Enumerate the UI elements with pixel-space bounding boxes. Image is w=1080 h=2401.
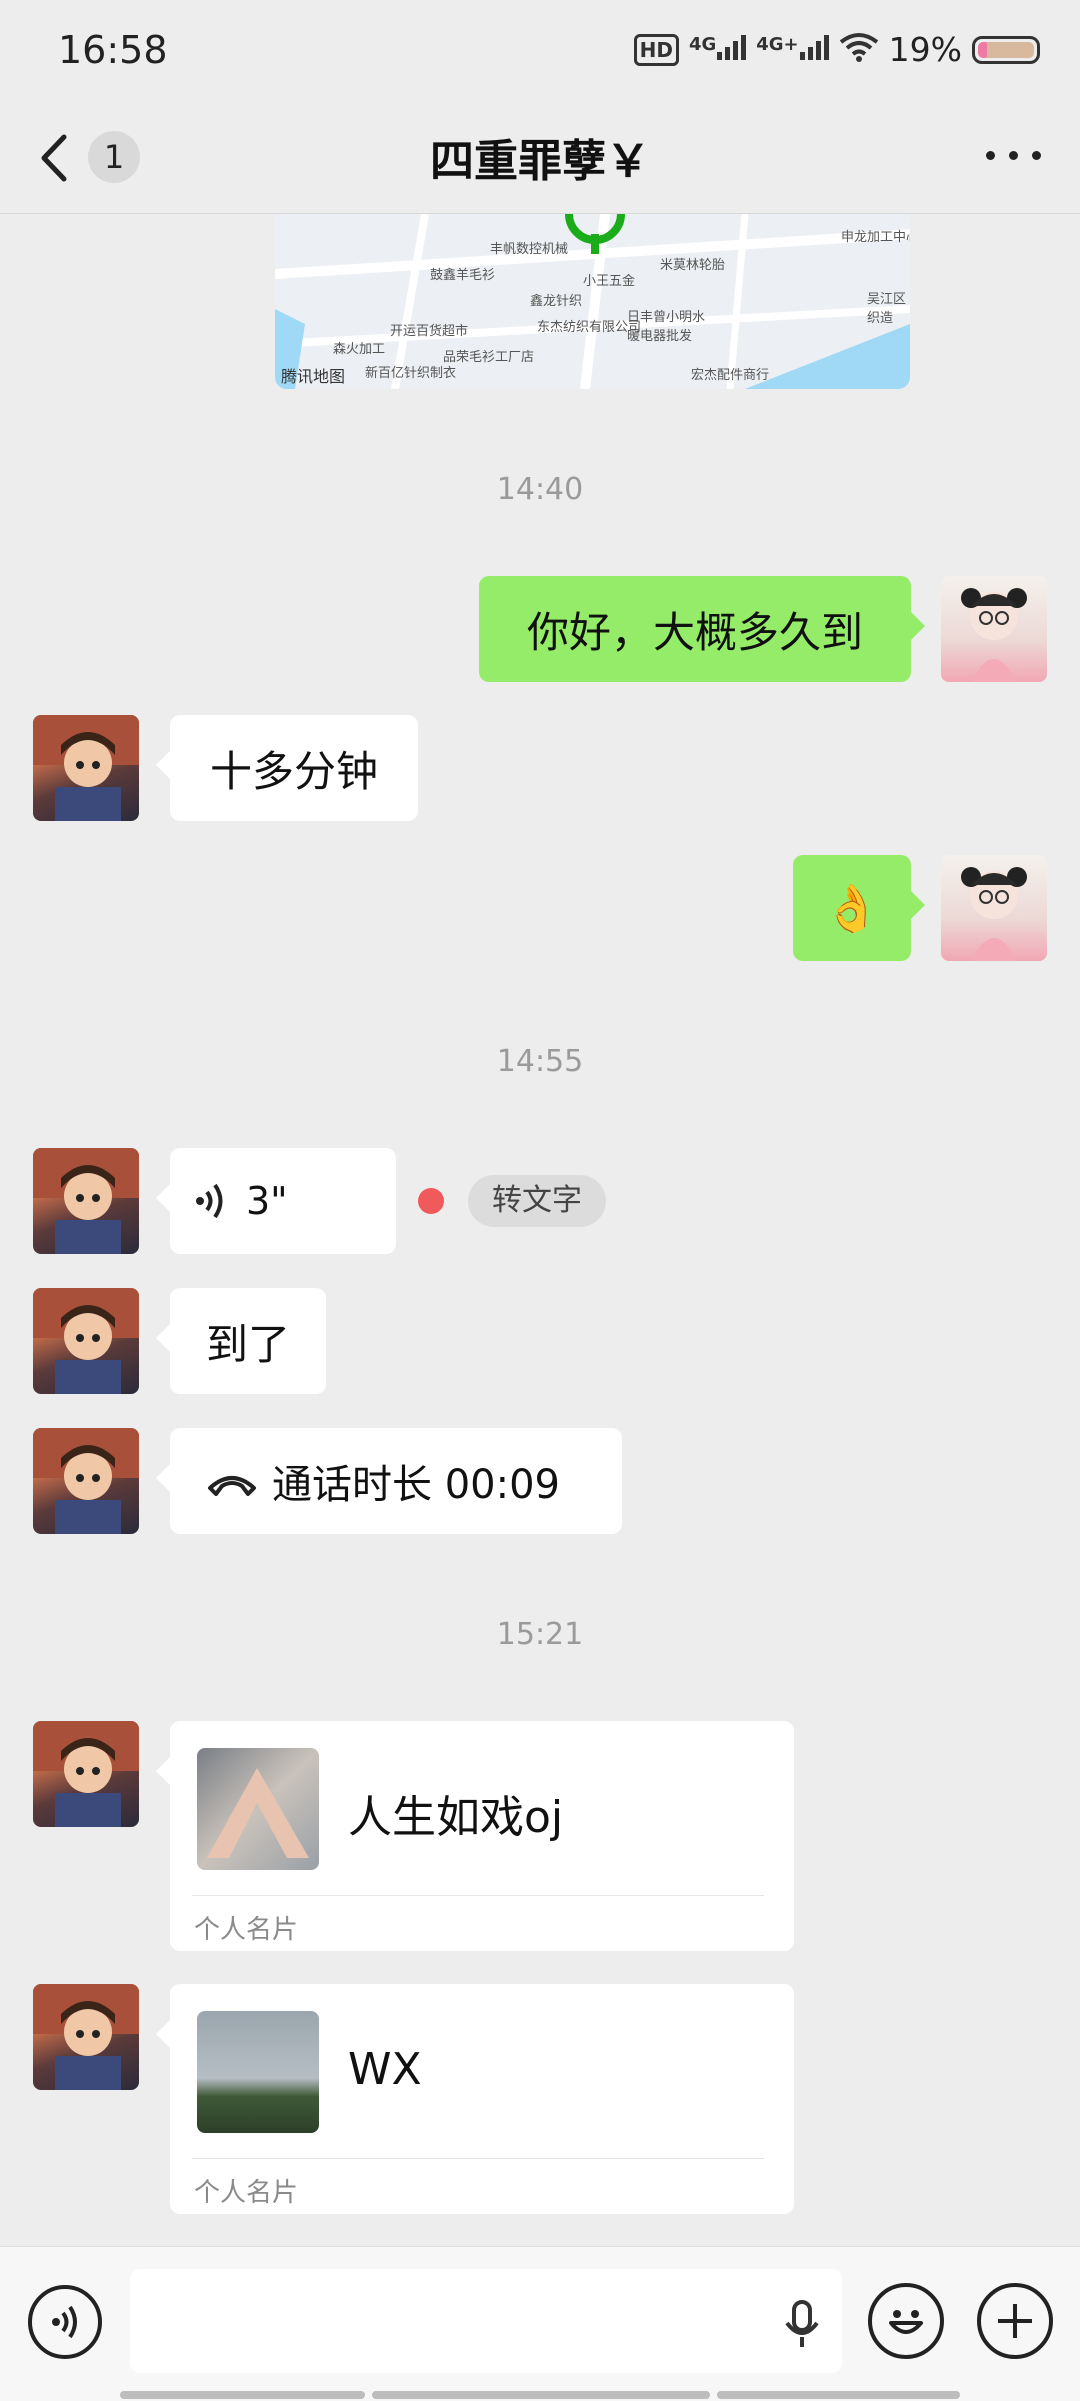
contact-card-message[interactable]: WX 个人名片 [156, 1984, 794, 2214]
contact-card-message[interactable]: 人生如戏oj 个人名片 [156, 1721, 794, 1951]
message-input[interactable] [130, 2269, 842, 2373]
map-label: 品荣毛衫工厂店 [443, 350, 535, 365]
avatar-self[interactable] [941, 855, 1047, 961]
emoji-button[interactable] [868, 2283, 944, 2359]
timestamp: 15:21 [496, 1617, 584, 1652]
message-bubble-contact[interactable]: 到了 [156, 1288, 326, 1394]
map-label: 吴江区织造 [867, 292, 907, 326]
wifi-icon [839, 32, 879, 68]
divider [192, 1895, 764, 1896]
chat-title: 四重罪孽￥ [430, 136, 650, 187]
call-record-message[interactable]: 通话时长 00:09 [156, 1428, 622, 1534]
input-bar [0, 2246, 1080, 2401]
more-dots-icon [1032, 151, 1041, 160]
contact-card-avatar [197, 2011, 319, 2133]
more-dots-icon [986, 151, 995, 160]
status-bar: 16:58 HD 4G 4G+ 19% [0, 0, 1080, 105]
map-label: 小王五金 [583, 274, 636, 289]
avatar-image [33, 1984, 139, 2090]
microphone-icon[interactable] [782, 2299, 822, 2349]
timestamp: 14:55 [496, 1044, 584, 1079]
voice-mode-icon [52, 2305, 77, 2339]
avatar-contact[interactable] [33, 1721, 139, 1827]
map-label: 申龙加工中心 [841, 230, 910, 245]
map-label: 森火加工 [333, 342, 386, 357]
emoji-smile-icon [889, 2310, 923, 2334]
battery-icon [972, 35, 1040, 64]
map-label: 新百亿针织制衣 [365, 366, 457, 381]
hd-voice-icon: HD [633, 33, 679, 66]
map-label: 鑫龙针织 [530, 294, 583, 309]
map-label: 丰帆数控机械 [490, 242, 569, 257]
contact-card-type: 个人名片 [194, 1915, 299, 1945]
phone-hangup-icon [208, 1476, 256, 1496]
voice-duration: 3" [246, 1179, 288, 1223]
voice-message[interactable]: 3" [156, 1148, 396, 1254]
more-dots-icon [1009, 151, 1018, 160]
map-label: 米莫林轮胎 [660, 258, 726, 273]
more-button[interactable] [982, 135, 1046, 175]
voice-wave-icon [196, 1183, 223, 1219]
convert-to-text-button[interactable]: 转文字 [468, 1175, 606, 1227]
more-functions-button[interactable] [977, 2283, 1053, 2359]
battery-percent: 19% [888, 30, 962, 69]
divider [192, 2158, 764, 2159]
net1-label: 4G [688, 33, 717, 55]
avatar-contact[interactable] [33, 715, 139, 821]
plus-icon [998, 2304, 1032, 2338]
avatar-image [961, 867, 1027, 961]
voice-mode-button[interactable] [28, 2285, 102, 2359]
message-text: 你好，大概多久到 [526, 607, 863, 657]
message-bubble-contact[interactable]: 十多分钟 [156, 715, 418, 821]
avatar-image [33, 1148, 139, 1254]
avatar-image [33, 1288, 139, 1394]
message-text: 到了 [205, 1319, 290, 1369]
timestamp: 14:40 [496, 472, 584, 507]
avatar-contact[interactable] [33, 1984, 139, 2090]
avatar-contact[interactable] [33, 1288, 139, 1394]
avatar-image [33, 715, 139, 821]
map-label: 鼓鑫羊毛衫 [430, 268, 496, 283]
map-label: 宏杰配件商行 [691, 368, 770, 383]
message-list[interactable]: 丰帆数控机械 小王五金 米莫林轮胎 鼓鑫羊毛衫 鑫龙针织 开运百货超市 东杰纺织… [0, 214, 1080, 2244]
net2-label: 4G+ [756, 33, 799, 55]
message-bubble-self[interactable]: 你好，大概多久到 [479, 576, 925, 682]
chat-header: 1 四重罪孽￥ [0, 105, 1080, 214]
avatar-image [33, 1428, 139, 1534]
contact-card-name: 人生如戏oj [348, 1792, 564, 1843]
signal-4g-plus-icon: 4G+ [756, 33, 829, 66]
signal-4g-icon: 4G [688, 33, 747, 66]
call-duration-text: 通话时长 00:09 [272, 1462, 560, 1508]
map-label: 东杰纺织有限公司 [537, 320, 642, 335]
contact-card-type: 个人名片 [194, 2178, 299, 2208]
contact-card-name: WX [348, 2044, 422, 2095]
unread-voice-dot [418, 1188, 444, 1214]
message-text: 十多分钟 [209, 746, 378, 796]
avatar-image [961, 588, 1027, 682]
avatar-self[interactable] [941, 576, 1047, 682]
map-label: 日丰曾小明水暖电器批发 [627, 310, 706, 344]
emoji-message-self[interactable]: 👌 [793, 855, 925, 961]
status-icons: HD 4G 4G+ 19% [633, 30, 1040, 69]
status-time: 16:58 [58, 28, 168, 72]
map-brand: 腾讯地图 [281, 367, 346, 386]
ok-hand-emoji: 👌 [823, 880, 881, 935]
avatar-contact[interactable] [33, 1148, 139, 1254]
location-map-preview[interactable]: 丰帆数控机械 小王五金 米莫林轮胎 鼓鑫羊毛衫 鑫龙针织 开运百货超市 东杰纺织… [275, 214, 910, 389]
avatar-image [33, 1721, 139, 1827]
avatar-contact[interactable] [33, 1428, 139, 1534]
hands-heart-image [207, 1768, 309, 1858]
contact-card-avatar [197, 1748, 319, 1870]
map-label: 开运百货超市 [390, 324, 469, 339]
